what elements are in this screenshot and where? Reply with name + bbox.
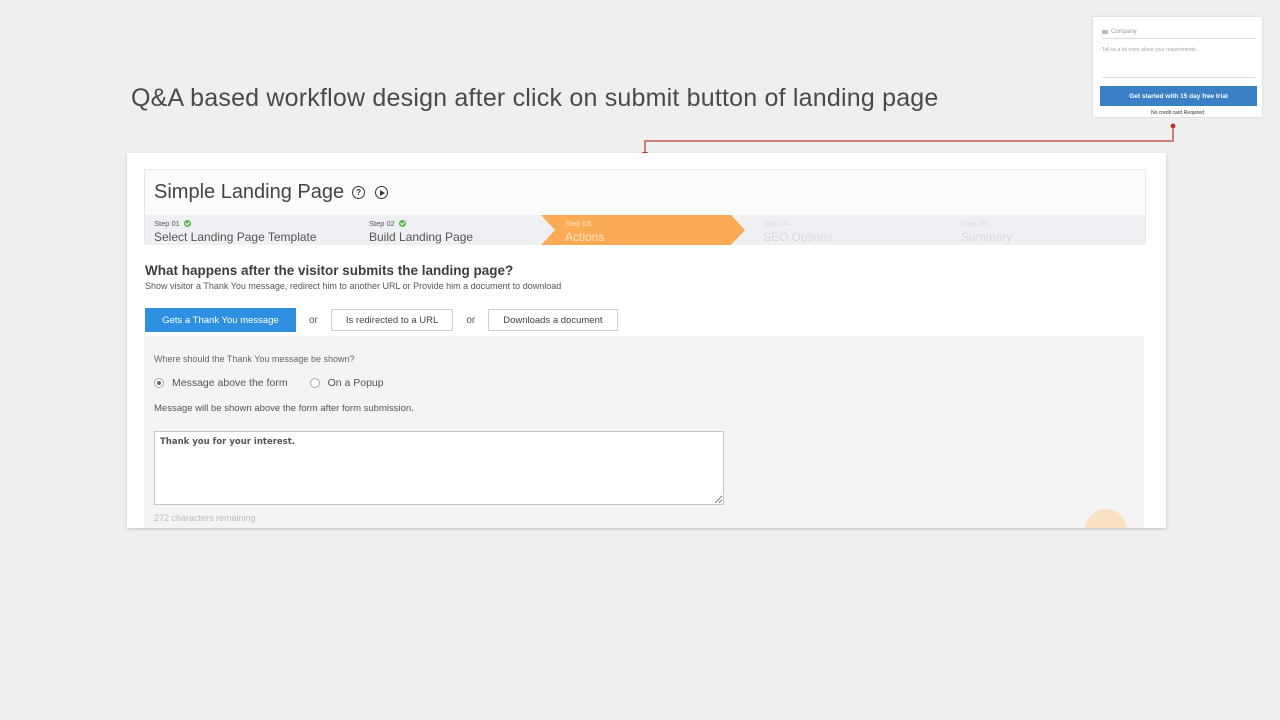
step-label: Select Landing Page Template (154, 230, 317, 244)
download-document-button[interactable]: Downloads a document (488, 309, 618, 331)
radio-popup-label[interactable]: On a Popup (328, 377, 384, 389)
company-field[interactable]: Company (1102, 26, 1255, 39)
no-credit-card-note: No credit card Required (1151, 110, 1204, 116)
step-number: Step 01 (154, 219, 180, 228)
building-icon (1102, 30, 1108, 34)
step-build-landing-page[interactable]: Step 02 Build Landing Page (345, 215, 558, 245)
page-title-text: Simple Landing Page (154, 181, 345, 203)
step-number: Step 02 (369, 219, 395, 228)
check-icon (184, 220, 191, 227)
radio-popup[interactable] (309, 378, 320, 388)
action-options: Gets a Thank You message or Is redirecte… (145, 308, 618, 332)
action-question-subtitle: Show visitor a Thank You message, redire… (145, 281, 562, 291)
message-location-radios: Message above the form On a Popup (154, 377, 384, 389)
thank-you-message-textarea[interactable]: Thank you for your interest. (154, 431, 724, 505)
help-icon[interactable]: ? (352, 186, 366, 199)
step-label: Build Landing Page (369, 230, 474, 244)
action-question: What happens after the visitor submits t… (145, 263, 514, 278)
company-placeholder: Company (1111, 29, 1137, 35)
step-actions[interactable]: Step 03 Actions (541, 215, 745, 245)
or-separator: or (309, 314, 318, 326)
free-trial-button[interactable]: Get started with 15 day free trial (1100, 86, 1257, 106)
radio-above-form-label[interactable]: Message above the form (172, 377, 288, 389)
step-number: Step 04 (763, 219, 789, 228)
step-label: Actions (565, 230, 605, 244)
slide-title: Q&A based workflow design after click on… (131, 84, 939, 112)
play-icon[interactable] (375, 186, 389, 199)
step-select-template[interactable]: Step 01 Select Landing Page Template (145, 215, 359, 245)
step-number: Step 03 (565, 219, 591, 228)
wizard-steps: Step 01 Select Landing Page Template Ste… (145, 215, 1145, 245)
landing-page-header: Simple Landing Page ? Step 01 Select Lan… (144, 169, 1146, 245)
message-position-note: Message will be shown above the form aft… (154, 403, 414, 414)
message-location-question: Where should the Thank You message be sh… (154, 354, 355, 364)
check-icon (399, 220, 406, 227)
thank-you-settings: Where should the Thank You message be sh… (144, 336, 1144, 528)
requirements-field[interactable]: Tell us a bit more about your requiremen… (1102, 47, 1255, 78)
requirements-placeholder: Tell us a bit more about your requiremen… (1102, 47, 1200, 53)
thank-you-message-button[interactable]: Gets a Thank You message (145, 308, 296, 332)
or-separator: or (466, 314, 476, 326)
step-label: SEO Options (763, 230, 834, 244)
redirect-url-button[interactable]: Is redirected to a URL (330, 309, 454, 331)
connector-dot (1170, 123, 1176, 129)
connector-line (644, 126, 1174, 153)
step-number: Step 05 (961, 219, 987, 228)
landing-page-screenshot: Simple Landing Page ? Step 01 Select Lan… (127, 153, 1166, 528)
step-summary[interactable]: Step 05 Summary (937, 215, 1145, 245)
radio-above-form[interactable] (154, 378, 164, 388)
step-seo-options[interactable]: Step 04 SEO Options (739, 215, 949, 245)
signup-form-preview: Company Tell us a bit more about your re… (1093, 17, 1262, 117)
step-label: Summary (961, 230, 1013, 244)
characters-remaining: 272 characters remaining (154, 513, 256, 523)
page-title: Simple Landing Page ? (154, 181, 389, 204)
